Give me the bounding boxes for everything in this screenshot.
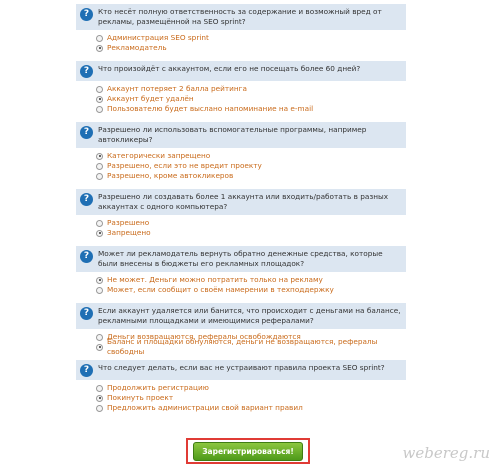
radio-button[interactable] [96,276,103,284]
question-mark-icon: ? [80,65,93,78]
answer-label: Может, если сообщит о своём намерении в … [107,285,334,294]
radio-button[interactable] [96,343,103,351]
question-mark-icon: ? [80,364,93,377]
answer-option[interactable]: Запрещено [96,228,406,238]
answer-label: Аккаунт будет удалён [107,94,194,103]
radio-button[interactable] [96,286,103,294]
radio-button[interactable] [96,34,103,42]
question-text: Кто несёт полную ответственность за соде… [98,7,382,26]
answer-label: Запрещено [107,228,151,237]
question-block: ? Кто несёт полную ответственность за сод… [76,4,406,55]
radio-button[interactable] [96,404,103,412]
question-text: Может ли рекламодатель вернуть обратно д… [98,249,383,268]
answer-option[interactable]: Баланс и площадки обнуляются, деньги не … [96,337,406,356]
answer-label: Пользователю будет выслано напоминание н… [107,104,314,113]
question-text: Разрешено ли создавать более 1 аккаунта … [98,192,389,211]
radio-button[interactable] [96,229,103,237]
answer-label: Не может. Деньги можно потратить только … [107,275,323,284]
radio-button[interactable] [96,85,103,93]
question-mark-icon: ? [80,8,93,21]
answer-option[interactable]: Покинуть проект [96,393,406,403]
question-header: ? Что произойдёт с аккаунтом, если его не… [76,61,406,81]
question-block: ? Может ли рекламодатель вернуть обратно … [76,246,406,297]
radio-button[interactable] [96,333,103,341]
radio-button[interactable] [96,152,103,160]
answer-options: Продолжить регистрацию Покинуть проект Пре… [76,380,406,415]
answer-option[interactable]: Рекламодатель [96,43,406,53]
question-mark-icon: ? [80,250,93,263]
answer-option[interactable]: Разрешено, кроме автокликеров [96,171,406,181]
radio-button[interactable] [96,384,103,392]
answer-label: Администрация SEO sprint [107,33,209,42]
answer-options: Аккаунт потеряет 2 балла рейтинга Аккаунт… [76,81,406,116]
question-block: ? Что произойдёт с аккаунтом, если его не… [76,61,406,116]
answer-label: Покинуть проект [107,393,174,402]
question-mark-icon: ? [80,193,93,206]
answer-options: Разрешено Запрещено [76,215,406,240]
question-header: ? Если аккаунт удаляется или банится, что… [76,303,406,329]
answer-label: Аккаунт потеряет 2 балла рейтинга [107,84,247,93]
radio-button[interactable] [96,95,103,103]
registration-quiz: ? Кто несёт полную ответственность за сод… [76,4,406,421]
question-header: ? Что следует делать, если вас не устраив… [76,360,406,380]
question-header: ? Разрешено ли создавать более 1 аккаунта… [76,189,406,215]
question-text: Если аккаунт удаляется или банится, что … [98,306,401,325]
radio-button[interactable] [96,394,103,402]
answer-option[interactable]: Продолжить регистрацию [96,383,406,393]
answer-option[interactable]: Не может. Деньги можно потратить только … [96,275,406,285]
radio-button[interactable] [96,172,103,180]
submit-highlight-frame: Зарегистрироваться! [186,438,310,464]
answer-label: Продолжить регистрацию [107,383,209,392]
answer-option[interactable]: Разрешено, если это не вредит проекту [96,161,406,171]
answer-label: Разрешено, кроме автокликеров [107,171,234,180]
answer-options: Администрация SEO sprint Рекламодатель [76,30,406,55]
register-button[interactable]: Зарегистрироваться! [193,441,303,461]
radio-button[interactable] [96,105,103,113]
answer-option[interactable]: Может, если сообщит о своём намерении в … [96,285,406,295]
answer-option[interactable]: Предложить администрации свой вариант пр… [96,403,406,413]
radio-button[interactable] [96,44,103,52]
answer-options: Деньги возвращаются, рефералы освобождаю… [76,329,406,356]
question-text: Что произойдёт с аккаунтом, если его не … [98,64,361,73]
answer-options: Категорически запрещено Разрешено, если э… [76,148,406,183]
answer-option[interactable]: Разрешено [96,218,406,228]
answer-option[interactable]: Пользователю будет выслано напоминание н… [96,104,406,114]
answer-option[interactable]: Аккаунт потеряет 2 балла рейтинга [96,84,406,94]
answer-option[interactable]: Аккаунт будет удалён [96,94,406,104]
answer-label: Разрешено [107,218,150,227]
question-mark-icon: ? [80,126,93,139]
answer-label: Разрешено, если это не вредит проекту [107,161,262,170]
question-block: ? Разрешено ли использовать вспомогательн… [76,122,406,183]
question-block: ? Что следует делать, если вас не устраив… [76,360,406,415]
watermark: webereg.ru [402,444,490,462]
question-block: ? Разрешено ли создавать более 1 аккаунта… [76,189,406,240]
radio-button[interactable] [96,162,103,170]
answer-options: Не может. Деньги можно потратить только … [76,272,406,297]
answer-option[interactable]: Категорически запрещено [96,151,406,161]
question-header: ? Может ли рекламодатель вернуть обратно … [76,246,406,272]
question-mark-icon: ? [80,307,93,320]
question-header: ? Разрешено ли использовать вспомогательн… [76,122,406,148]
answer-label: Баланс и площадки обнуляются, деньги не … [107,337,378,356]
question-text: Разрешено ли использовать вспомогательны… [98,125,367,144]
question-header: ? Кто несёт полную ответственность за сод… [76,4,406,30]
answer-label: Рекламодатель [107,43,167,52]
answer-option[interactable]: Администрация SEO sprint [96,33,406,43]
question-block: ? Если аккаунт удаляется или банится, что… [76,303,406,356]
question-text: Что следует делать, если вас не устраива… [98,363,385,372]
answer-label: Категорически запрещено [107,151,211,160]
answer-label: Предложить администрации свой вариант пр… [107,403,303,412]
radio-button[interactable] [96,219,103,227]
